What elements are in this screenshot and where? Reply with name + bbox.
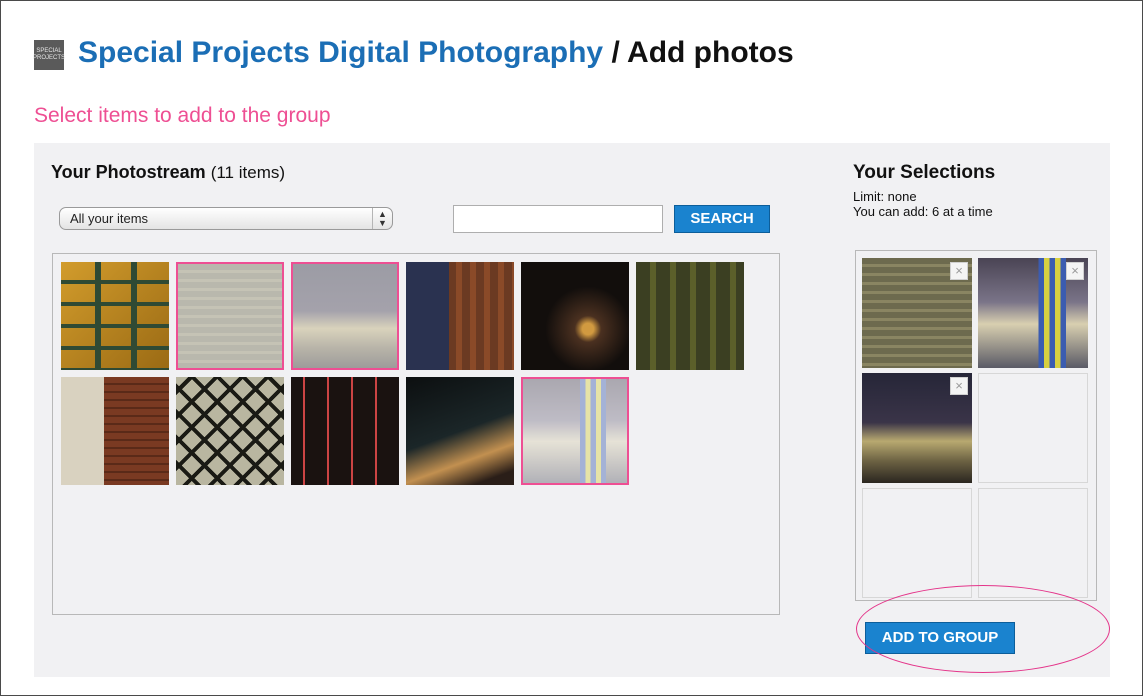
photo-thumbnail[interactable]	[176, 262, 284, 370]
group-logo[interactable]: SPECIAL PROJECTS	[33, 40, 66, 70]
photostream-heading: Your Photostream (11 items)	[51, 162, 285, 183]
photo-thumbnail[interactable]	[406, 377, 514, 485]
group-logo-text: SPECIAL PROJECTS	[33, 48, 66, 61]
search-input[interactable]	[453, 205, 663, 233]
photostream-count: (11 items)	[210, 163, 286, 182]
photo-image	[176, 377, 284, 485]
photo-image	[406, 262, 514, 370]
photo-image	[406, 377, 514, 485]
search-button[interactable]: SEARCH	[674, 205, 770, 233]
photostream-grid	[52, 253, 780, 615]
photo-thumbnail[interactable]	[61, 377, 169, 485]
photo-image	[61, 262, 169, 370]
selected-photo-slot[interactable]: ×	[862, 373, 972, 483]
photo-image	[61, 377, 169, 485]
photostream-title: Your Photostream	[51, 162, 206, 182]
instructions: Select items to add to the group	[34, 104, 331, 127]
empty-selection-slot	[978, 488, 1088, 598]
group-name-link[interactable]: Special Projects Digital Photography	[78, 36, 603, 69]
photo-image	[523, 379, 627, 483]
photo-thumbnail[interactable]	[176, 377, 284, 485]
selections-info: Limit: none You can add: 6 at a time	[853, 189, 993, 219]
selections-can-add: You can add: 6 at a time	[853, 204, 993, 219]
highlight-circle	[856, 585, 1110, 673]
empty-selection-slot	[978, 373, 1088, 483]
photo-thumbnail[interactable]	[291, 377, 399, 485]
selected-photo-slot[interactable]: ×	[862, 258, 972, 368]
filter-dropdown[interactable]: All your items ▲ ▼	[59, 207, 393, 230]
photo-image	[178, 264, 282, 368]
title-separator: /	[603, 36, 628, 69]
selections-grid: × × ×	[855, 250, 1097, 601]
page-title: Special Projects Digital Photography / A…	[78, 33, 794, 73]
photo-image	[636, 262, 744, 370]
dropdown-arrows-icon: ▲ ▼	[372, 208, 392, 229]
empty-selection-slot	[862, 488, 972, 598]
remove-icon[interactable]: ×	[1066, 262, 1084, 280]
selections-title: Your Selections	[853, 162, 996, 183]
photo-thumbnail[interactable]	[636, 262, 744, 370]
photo-image	[293, 264, 397, 368]
filter-selected-value: All your items	[70, 211, 149, 226]
photo-thumbnail[interactable]	[406, 262, 514, 370]
photo-image	[291, 377, 399, 485]
selected-photo-slot[interactable]: ×	[978, 258, 1088, 368]
selections-limit: Limit: none	[853, 189, 917, 204]
photo-thumbnail[interactable]	[521, 262, 629, 370]
remove-icon[interactable]: ×	[950, 262, 968, 280]
photo-image	[521, 262, 629, 370]
photo-thumbnail[interactable]	[521, 377, 629, 485]
page-title-text: Add photos	[627, 36, 794, 69]
add-photos-panel: Your Photostream (11 items) All your ite…	[34, 143, 1110, 677]
photo-thumbnail[interactable]	[291, 262, 399, 370]
photo-thumbnail[interactable]	[61, 262, 169, 370]
remove-icon[interactable]: ×	[950, 377, 968, 395]
